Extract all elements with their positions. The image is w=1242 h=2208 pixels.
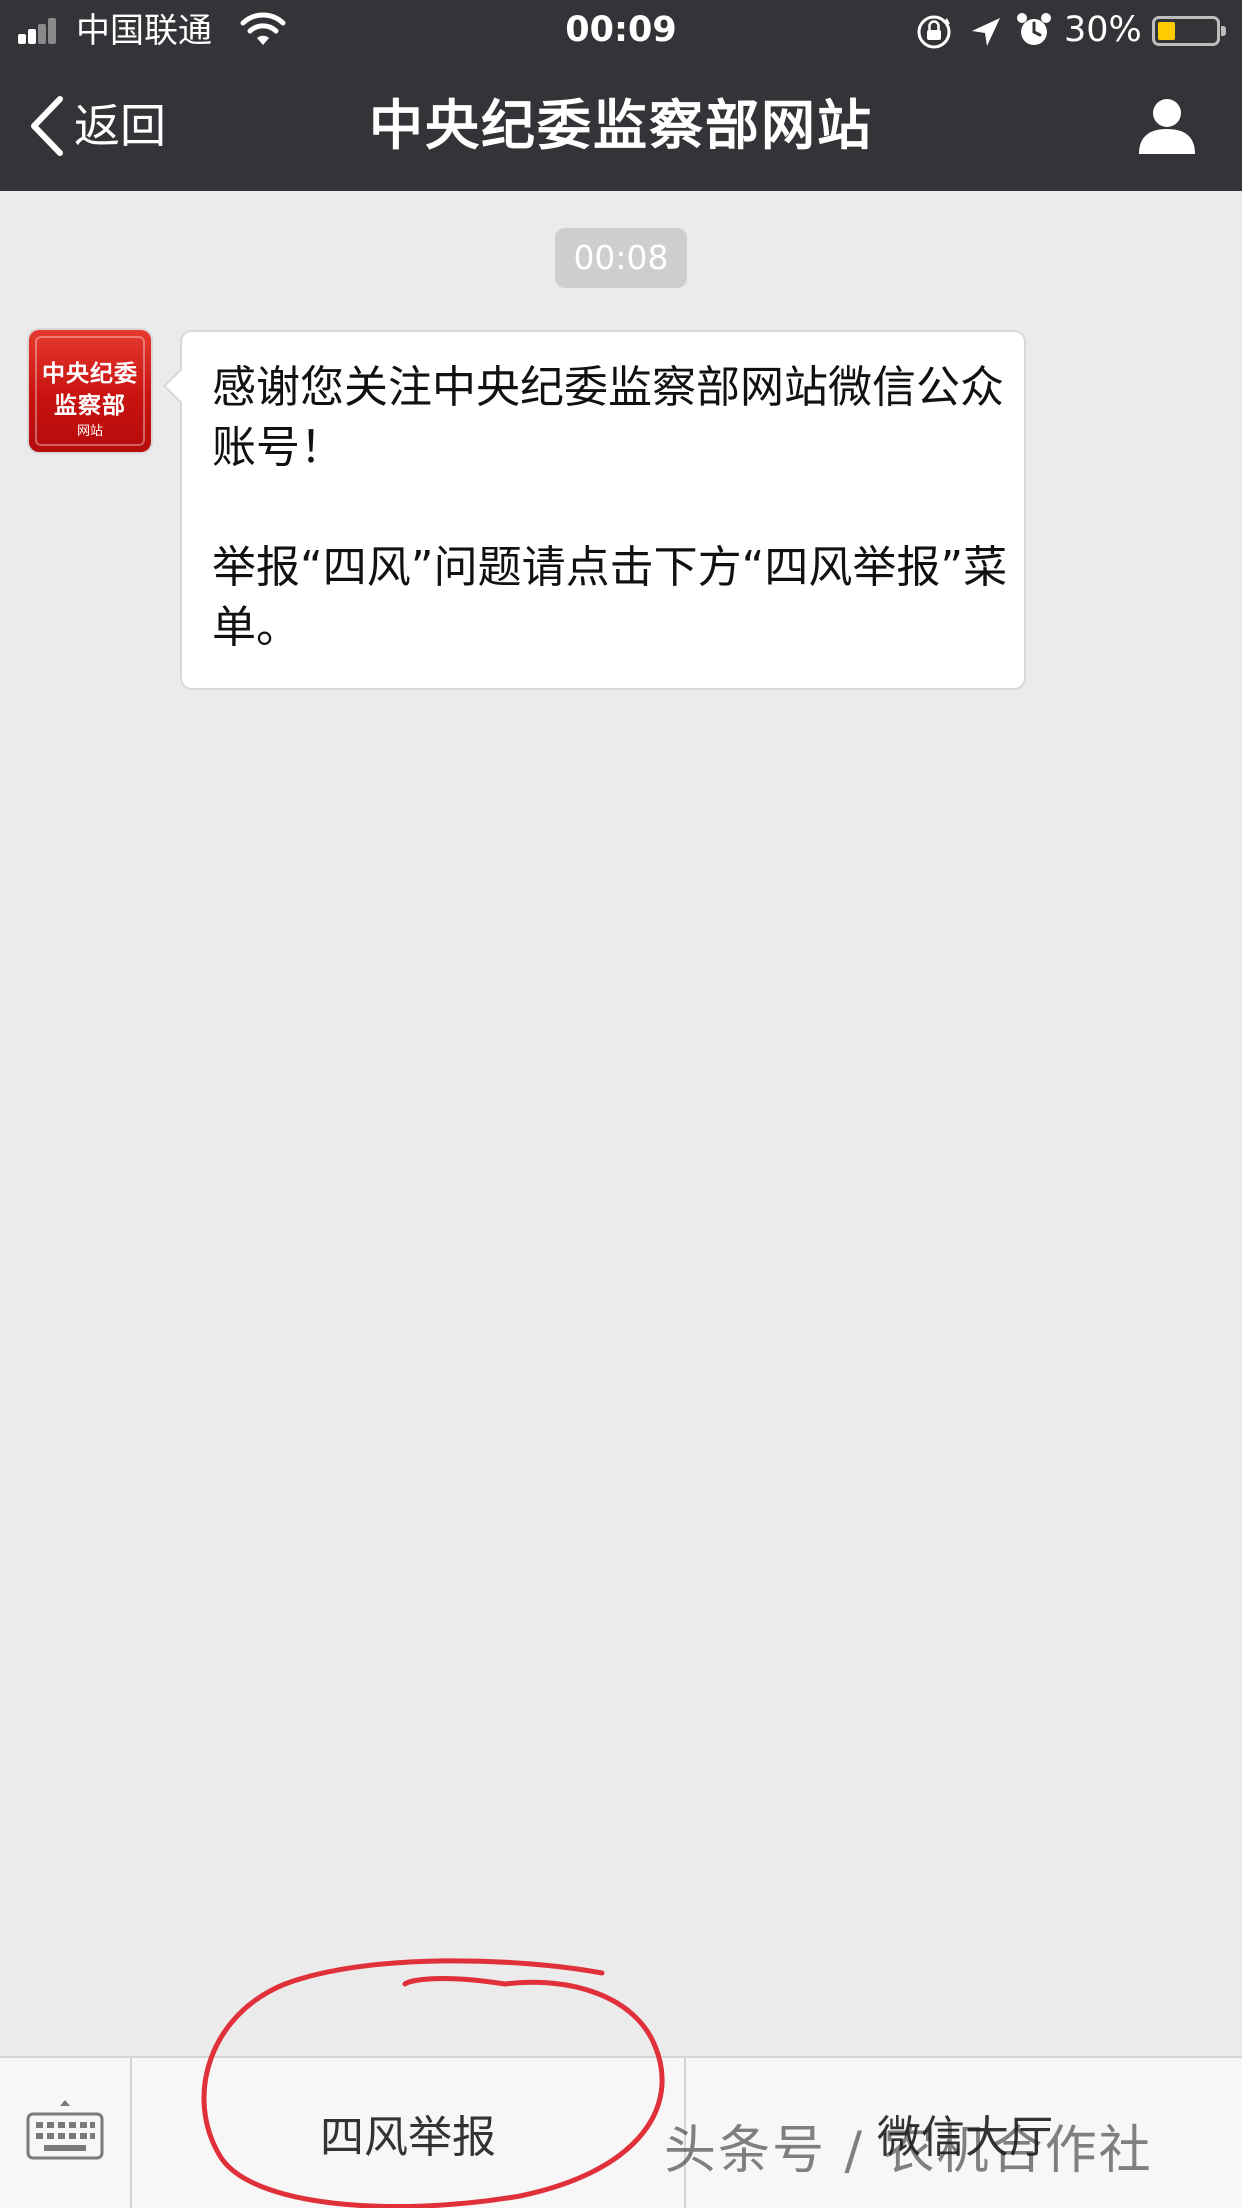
message-paragraph: 举报“四风”问题请点击下方“四风举报”菜单。 [212, 542, 1008, 653]
message-paragraph: 感谢您关注中央纪委监察部网站微信公众账号！ [212, 362, 1004, 473]
avatar-logo-text-2: 监察部 [54, 392, 126, 419]
orientation-lock-icon [917, 15, 951, 49]
page-title: 中央纪委监察部网站 [369, 94, 873, 157]
avatar[interactable]: 中央纪委 监察部 网站 [29, 330, 151, 452]
avatar-logo-text-1: 中央纪委 [42, 360, 138, 387]
person-icon[interactable] [1136, 96, 1198, 156]
avatar-logo-text-3: 网站 [76, 424, 103, 439]
location-arrow-icon [972, 18, 1000, 46]
message-bubble[interactable]: 感谢您关注中央纪委监察部网站微信公众账号！ 举报“四风”问题请点击下方“四风举报… [163, 330, 1026, 690]
alarm-icon [1017, 13, 1051, 45]
message-text: 感谢您关注中央纪委监察部网站微信公众账号！ 举报“四风”问题请点击下方“四风举报… [212, 358, 1012, 658]
top-header: 中国联通 00:09 30% 返回 中央纪委监察部网站 [0, 0, 1242, 191]
status-bar: 中国联通 00:09 30% [0, 0, 1242, 62]
message-timestamp: 00:08 [555, 228, 687, 288]
keyboard-toggle-button[interactable] [0, 2058, 132, 2208]
battery-fill [1158, 22, 1175, 40]
battery-percent: 30% [1064, 10, 1142, 50]
watermark: 头条号 / 农机合作社 [664, 2121, 1153, 2181]
red-circle-annotation [201, 1958, 665, 2208]
battery-icon [1152, 16, 1226, 46]
status-time: 00:09 [565, 10, 677, 50]
keyboard-icon [26, 2100, 104, 2160]
nav-bar: 返回 中央纪委监察部网站 [0, 62, 1242, 191]
